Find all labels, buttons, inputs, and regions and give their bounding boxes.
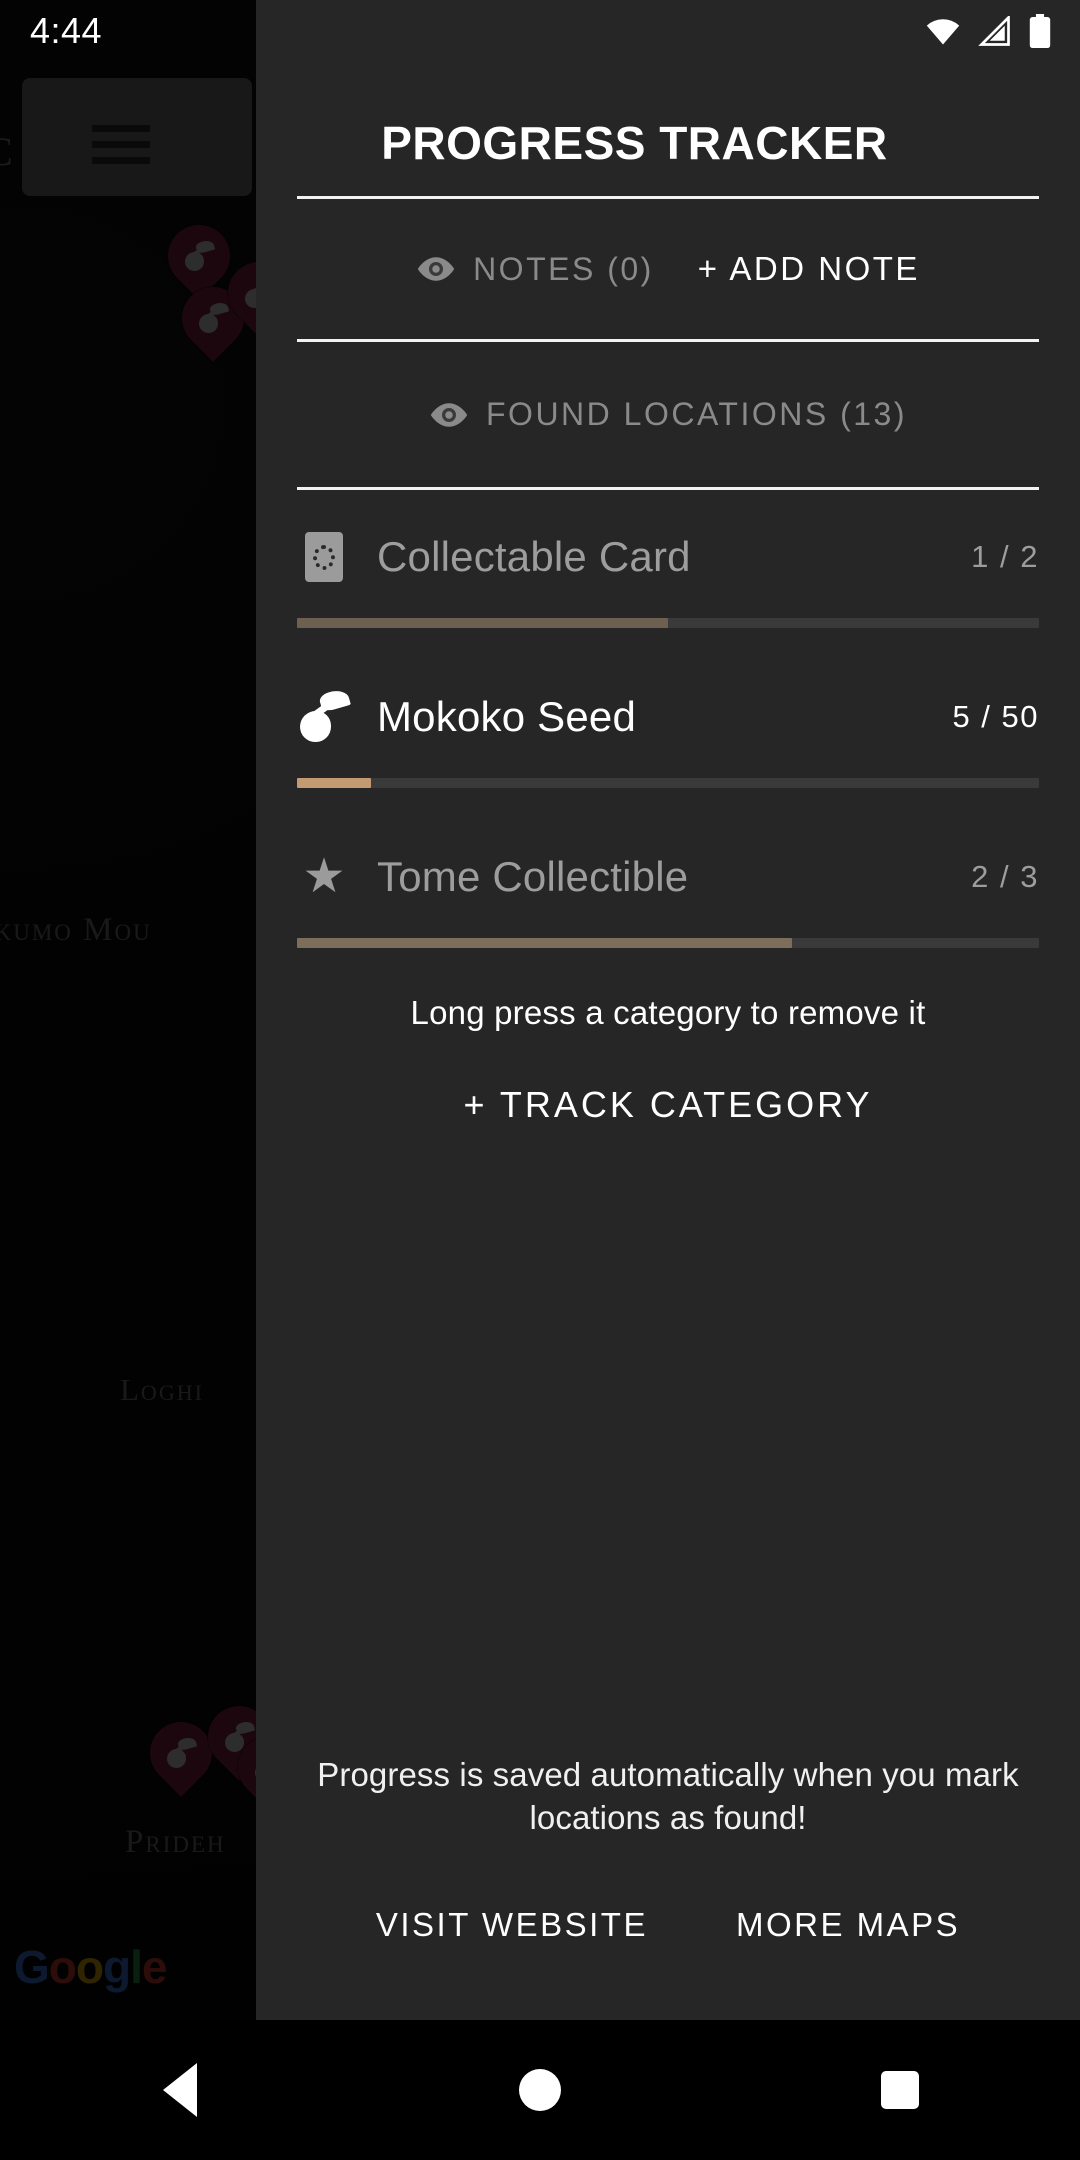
category-count: 2 / 3: [971, 859, 1039, 894]
hamburger-menu-icon: [92, 125, 150, 132]
category-progress-fill: [297, 938, 792, 948]
map-label: nkumo Mou: [0, 912, 152, 948]
visit-website-link[interactable]: VISIT WEBSITE: [376, 1906, 648, 1944]
category-progress-bar: [297, 938, 1039, 948]
mokoko-seed-pin-icon: [165, 1735, 198, 1769]
mokoko-seed-pin-icon: [197, 300, 230, 334]
app-screen: C nkumo Mou Loghi: [0, 0, 1080, 2160]
back-triangle-icon: [163, 2063, 197, 2117]
map-label: Loghi: [120, 1372, 204, 1407]
progress-tracker-drawer: PROGRESS TRACKER PRO NOTES (0) + ADD NOT…: [256, 0, 1080, 2020]
cellular-signal-icon: [978, 16, 1010, 46]
recents-square-icon: [881, 2071, 919, 2109]
footer-links: VISIT WEBSITE MORE MAPS: [256, 1906, 1080, 1944]
nav-home-button[interactable]: [360, 2069, 720, 2111]
category-name: Tome Collectible: [377, 853, 689, 900]
wifi-icon: [926, 19, 960, 45]
home-circle-icon: [519, 2069, 561, 2111]
notes-label: NOTES (0): [473, 250, 654, 287]
panel-spacer: [256, 1126, 1080, 1753]
hamburger-menu-button[interactable]: [22, 78, 252, 196]
category-row[interactable]: ★ Tome Collectible 2 / 3: [256, 816, 1080, 948]
map-label: Prideh: [125, 1824, 226, 1860]
map-label: C: [0, 128, 15, 175]
status-bar-icons: [924, 14, 1052, 48]
page-title: PROGRESS TRACKER: [381, 117, 888, 169]
category-header: ★ Tome Collectible 2 / 3: [297, 816, 1039, 938]
track-category-button[interactable]: + TRACK CATEGORY: [256, 1084, 1080, 1126]
android-navigation-bar: [0, 2020, 1080, 2160]
found-locations-label: FOUND LOCATIONS (13): [486, 396, 907, 432]
nav-recents-button[interactable]: [720, 2071, 1080, 2109]
mokoko-seed-pin-icon: [183, 238, 216, 272]
more-maps-link[interactable]: MORE MAPS: [736, 1906, 960, 1944]
nav-back-button[interactable]: [0, 2063, 360, 2117]
found-locations-toggle[interactable]: FOUND LOCATIONS (13): [256, 342, 1080, 487]
notes-row: NOTES (0) + ADD NOTE: [256, 199, 1080, 339]
eye-icon: [417, 257, 455, 281]
category-progress-fill: [297, 778, 372, 788]
collectable-card-icon: [297, 532, 351, 582]
category-progress-fill: [297, 618, 668, 628]
notes-toggle[interactable]: NOTES (0): [416, 251, 654, 288]
category-progress-bar: [297, 778, 1039, 788]
category-count: 5 / 50: [952, 699, 1039, 734]
star-icon: ★: [302, 850, 346, 903]
mokoko-seed-icon: [297, 687, 351, 743]
tracked-categories-list: Collectable Card 1 / 2 Mokoko Seed 5 / 5…: [256, 490, 1080, 976]
add-note-button[interactable]: + ADD NOTE: [698, 250, 920, 288]
eye-icon: [430, 402, 468, 427]
category-row[interactable]: Collectable Card 1 / 2: [256, 496, 1080, 628]
auto-save-note: Progress is saved automatically when you…: [317, 1755, 1019, 1837]
category-row[interactable]: Mokoko Seed 5 / 50: [256, 656, 1080, 788]
category-progress-bar: [297, 618, 1039, 628]
battery-icon: [1029, 14, 1051, 48]
google-watermark: Google: [14, 1941, 167, 1993]
status-bar-clock: 4:44: [30, 10, 103, 51]
category-name: Mokoko Seed: [377, 693, 637, 740]
map-background[interactable]: C nkumo Mou Loghi: [0, 0, 260, 2020]
long-press-hint: Long press a category to remove it: [410, 994, 926, 1031]
status-bar: 4:44: [0, 0, 1080, 62]
map-pin[interactable]: [137, 1709, 225, 1804]
category-name: Collectable Card: [377, 533, 691, 580]
category-header: Collectable Card 1 / 2: [297, 496, 1039, 618]
category-count: 1 / 2: [971, 539, 1039, 574]
category-header: Mokoko Seed 5 / 50: [297, 656, 1039, 778]
